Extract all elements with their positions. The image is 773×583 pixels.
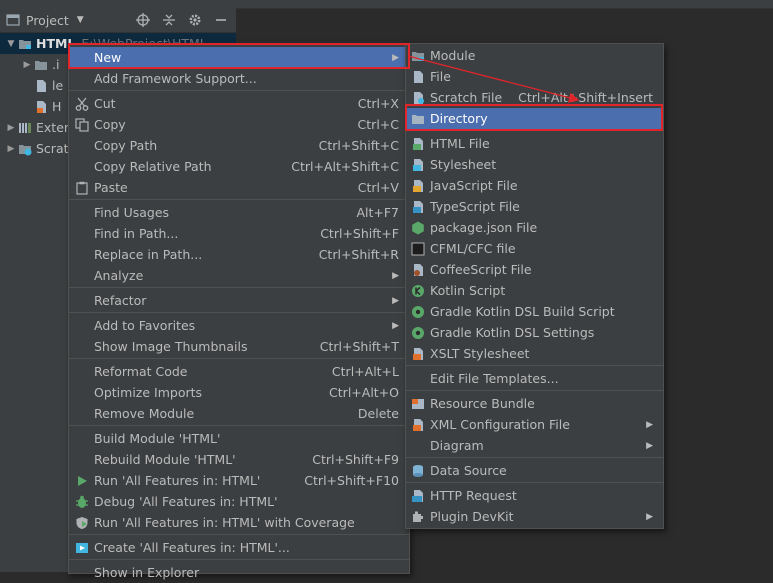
annotation-arrow xyxy=(407,55,580,103)
